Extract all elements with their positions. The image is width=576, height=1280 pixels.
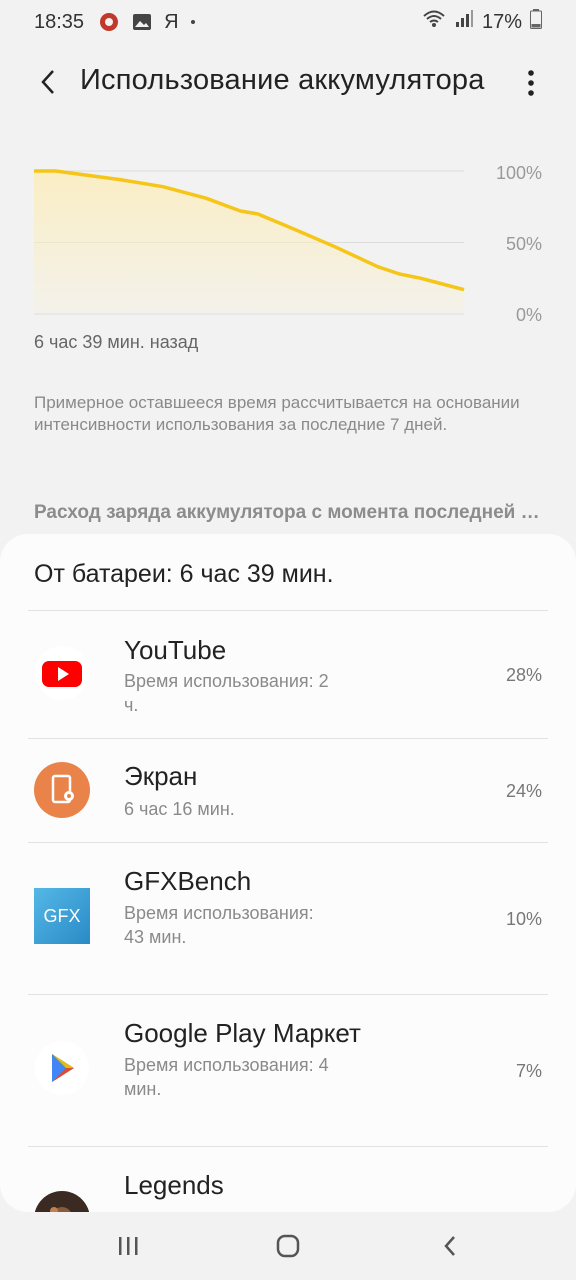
app-row-gfxbench[interactable]: GFX GFXBench Время использования: 43 мин… bbox=[0, 843, 576, 994]
app-percent: 28% bbox=[505, 665, 542, 685]
carrier-label: Я bbox=[164, 10, 179, 33]
gfxbench-icon: GFX bbox=[34, 888, 90, 944]
app-usage-time: 6 час 16 мин. bbox=[124, 799, 235, 819]
app-name: Legends bbox=[124, 1170, 224, 1200]
wifi-icon bbox=[422, 9, 446, 35]
back-nav-button[interactable] bbox=[430, 1230, 470, 1262]
section-header: Расход заряда аккумулятора с момента пос… bbox=[34, 502, 544, 523]
recent-apps-button[interactable] bbox=[108, 1230, 148, 1262]
more-vert-icon bbox=[528, 70, 534, 96]
y-tick-label: 100% bbox=[495, 163, 542, 183]
app-percent: 24% bbox=[505, 781, 542, 801]
y-tick-label: 50% bbox=[505, 234, 542, 254]
app-row-youtube[interactable]: YouTube Время использования: 2 ч. 28% bbox=[0, 611, 576, 738]
app-percent: 7% bbox=[515, 1061, 542, 1081]
recent-apps-icon bbox=[119, 1237, 138, 1255]
gallery-icon bbox=[132, 13, 152, 31]
app-usage-time: Время использования: 43 мин. bbox=[124, 903, 314, 947]
usage-card: От батареи: 6 час 39 мин. YouTube Время … bbox=[0, 534, 576, 1212]
page-title: Использование аккумулятора bbox=[80, 64, 485, 96]
card-title: От батареи: 6 час 39 мин. bbox=[34, 560, 334, 588]
app-name: Google Play Маркет bbox=[124, 1018, 361, 1048]
back-button[interactable] bbox=[30, 64, 66, 100]
battery-icon bbox=[530, 9, 542, 35]
signal-icon bbox=[454, 10, 474, 34]
app-row-google-play[interactable]: Google Play Маркет Время использования: … bbox=[0, 995, 576, 1146]
battery-chart-svg bbox=[34, 169, 465, 315]
more-options-button[interactable] bbox=[516, 66, 546, 100]
status-bar: 18:35 Я 17% bbox=[0, 0, 576, 44]
screen-icon bbox=[34, 762, 90, 818]
home-icon bbox=[276, 1234, 300, 1258]
gfxbench-icon-text: GFX bbox=[43, 905, 81, 926]
youtube-icon bbox=[34, 645, 90, 701]
back-arrow-icon bbox=[41, 70, 54, 94]
app-name: YouTube bbox=[124, 635, 227, 665]
home-button[interactable] bbox=[268, 1230, 308, 1262]
app-percent: 10% bbox=[505, 909, 542, 929]
app-name: GFXBench bbox=[124, 866, 252, 896]
app-row-screen[interactable]: Экран 6 час 16 мин. 24% bbox=[0, 739, 576, 842]
status-time: 18:35 bbox=[34, 10, 85, 33]
battery-usage-chart: 100% 50% 0% bbox=[0, 150, 576, 340]
navigation-bar bbox=[0, 1212, 576, 1280]
google-play-icon bbox=[34, 1040, 90, 1096]
battery-percent: 17% bbox=[481, 10, 522, 33]
app-row-legends[interactable]: Legends bbox=[0, 1147, 576, 1212]
app-usage-time: Время использования: 4 мин. bbox=[124, 1055, 329, 1099]
back-nav-icon bbox=[444, 1236, 455, 1256]
app-name: Экран bbox=[124, 761, 198, 791]
app-usage-time: Время использования: 2 ч. bbox=[124, 671, 329, 715]
app-header: Использование аккумулятора bbox=[0, 50, 576, 114]
y-tick-label: 0% bbox=[515, 305, 542, 325]
chart-x-label: 6 час 39 мин. назад bbox=[34, 332, 199, 352]
legends-icon bbox=[34, 1191, 90, 1212]
notification-dot bbox=[190, 20, 195, 24]
antutu-icon bbox=[98, 11, 120, 33]
estimate-note: Примерное оставшееся время рассчитываетс… bbox=[34, 393, 520, 434]
